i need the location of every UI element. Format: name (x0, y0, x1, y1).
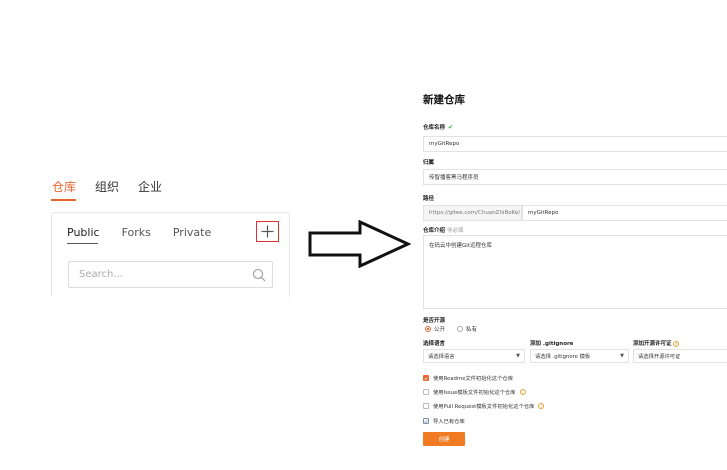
language-select[interactable]: 请选择语言 ▼ (423, 349, 525, 363)
repo-filter-tabs: Public Forks Private (67, 226, 211, 239)
language-select-value: 请选择语言 (428, 354, 455, 360)
tab-forks[interactable]: Forks (122, 226, 151, 239)
owner-select[interactable]: 传智播客黑马程序员 (423, 169, 727, 185)
top-tabs: 仓库 组织 企业 (52, 178, 162, 195)
search-input[interactable] (79, 269, 239, 280)
license-select-value: 请选择开源许可证 (638, 354, 681, 360)
info-icon[interactable]: i (673, 340, 680, 347)
caret-down-icon: ▼ (620, 353, 624, 359)
desc-optional-hint: 非必填 (446, 228, 464, 234)
check-icon: ✔ (448, 124, 454, 131)
plus-icon (261, 225, 274, 238)
active-tab-indicator (51, 199, 76, 201)
subtab-indicator (67, 243, 98, 244)
repo-name-input[interactable]: myGitRepo (423, 136, 727, 152)
repo-name-label: 仓库名称 ✔ (423, 123, 453, 131)
radio-private[interactable]: 私有 (457, 325, 477, 333)
caret-down-icon: ▼ (516, 353, 520, 359)
checkbox-readme[interactable]: 使用Readme文件初始化这个仓库 (423, 374, 513, 382)
visibility-radios: 公开 私有 (425, 325, 477, 333)
radio-public-label: 公开 (434, 327, 446, 333)
checkbox-pr-label: 使用Pull Request模板文件初始化这个仓库 (433, 404, 535, 410)
repo-name-label-text: 仓库名称 (423, 125, 446, 131)
path-prefix: https://gitee.com/ChuanZhiBoKe/ (423, 205, 522, 221)
checkbox-issue-label: 使用Issue模板文件初始化这个仓库 (433, 390, 516, 396)
desc-label: 仓库介绍 非必填 (423, 226, 463, 234)
checkbox-checked-icon (423, 375, 429, 381)
checkbox-import-repo[interactable]: 导入已有仓库 (423, 417, 465, 425)
desc-label-text: 仓库介绍 (423, 228, 446, 234)
right-arrow-icon (308, 220, 411, 268)
radio-private-label: 私有 (466, 327, 478, 333)
info-icon[interactable]: i (519, 389, 526, 395)
license-label-text: 添加开源许可证 (633, 341, 672, 347)
radio-checked-icon (425, 326, 431, 332)
gitignore-select[interactable]: 请选择 .gitignore 模板 ▼ (530, 349, 629, 363)
desc-textarea[interactable]: 在码云中创建Git远程仓库 (423, 235, 727, 309)
license-select[interactable]: 请选择开源许可证 (633, 349, 727, 363)
checkbox-unchecked-icon (423, 403, 429, 409)
gitignore-select-value: 请选择 .gitignore 模板 (535, 354, 591, 360)
page-title: 新建仓库 (423, 94, 465, 106)
radio-public[interactable]: 公开 (425, 325, 445, 333)
info-icon[interactable]: i (538, 403, 545, 409)
path-input[interactable]: myGitRepo (522, 205, 727, 221)
path-label: 路径 (423, 196, 435, 202)
tab-repositories[interactable]: 仓库 (52, 178, 76, 195)
checkbox-readme-label: 使用Readme文件初始化这个仓库 (433, 376, 513, 382)
tab-private[interactable]: Private (173, 226, 211, 239)
new-repo-form: 新建仓库 仓库名称 ✔ myGitRepo 归属 传智播客黑马程序员 路径 htt… (423, 0, 727, 470)
checkbox-import-label: 导入已有仓库 (433, 419, 465, 425)
checkbox-checked-icon (423, 418, 429, 424)
search-box (68, 261, 273, 288)
repo-list-panel: 仓库 组织 企业 Public Forks Private (0, 0, 300, 470)
tab-public[interactable]: Public (67, 226, 100, 239)
checkbox-issue-template[interactable]: 使用Issue模板文件初始化这个仓库 i (423, 388, 526, 396)
add-repo-button[interactable] (256, 221, 279, 242)
create-button[interactable]: 创建 (423, 432, 465, 446)
tab-organizations[interactable]: 组织 (95, 178, 119, 195)
open-source-label: 是否开源 (423, 318, 446, 324)
checkbox-unchecked-icon (423, 389, 429, 395)
language-label: 选择语言 (423, 341, 446, 347)
gitignore-label: 添加 .gitignore (530, 341, 574, 347)
checkbox-pr-template[interactable]: 使用Pull Request模板文件初始化这个仓库 i (423, 402, 545, 410)
license-label: 添加开源许可证 i (633, 339, 680, 347)
owner-label: 归属 (423, 160, 435, 166)
search-icon[interactable] (252, 268, 266, 282)
radio-unchecked-icon (457, 326, 464, 332)
tab-enterprise[interactable]: 企业 (138, 178, 162, 195)
